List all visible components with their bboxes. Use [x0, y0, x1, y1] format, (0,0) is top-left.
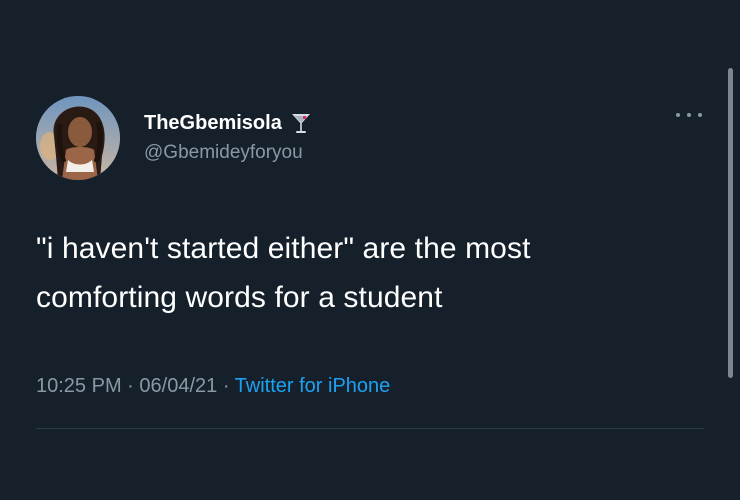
tweet-date[interactable]: 06/04/21 — [139, 375, 217, 397]
dot — [698, 113, 702, 117]
dot — [676, 113, 680, 117]
author-display-name[interactable]: TheGbemisola — [144, 111, 312, 135]
tweet-text: "i haven't started either" are the most … — [36, 232, 531, 314]
tweet-time[interactable]: 10:25 PM — [36, 375, 122, 397]
avatar-image — [36, 96, 120, 180]
meta-separator: · — [222, 375, 235, 397]
more-options-icon[interactable] — [676, 108, 702, 122]
meta-separator: · — [127, 375, 140, 397]
author-handle[interactable]: @Gbemideyforyou — [144, 141, 303, 165]
author-name-text[interactable]: TheGbemisola — [144, 111, 282, 135]
avatar[interactable] — [36, 96, 120, 180]
divider — [36, 428, 704, 429]
dot — [687, 113, 691, 117]
scrollbar[interactable] — [728, 68, 733, 378]
cocktail-glass-icon — [290, 111, 312, 135]
tweet-meta: 10:25 PM · 06/04/21 · Twitter for iPhone — [36, 373, 390, 399]
tweet-card: TheGbemisola @Gbemideyforyou "i haven't … — [0, 0, 740, 500]
tweet-source-link[interactable]: Twitter for iPhone — [235, 375, 391, 397]
